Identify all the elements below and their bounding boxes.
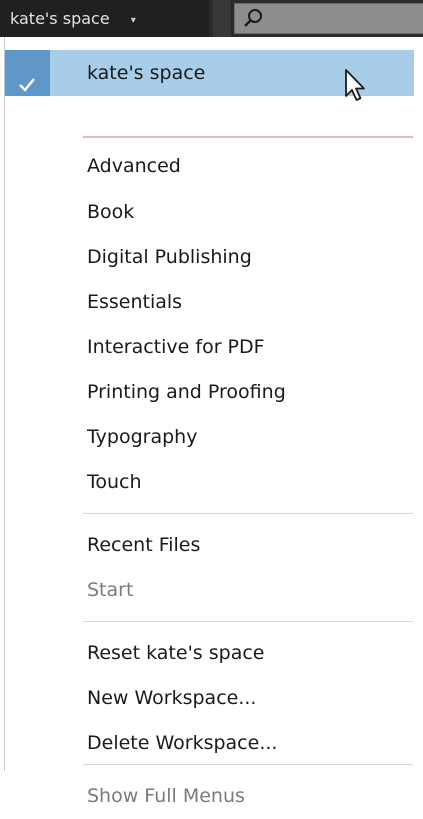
menu-item-label: Interactive for PDF xyxy=(87,336,265,358)
menu-item-label: Recent Files xyxy=(87,534,201,556)
toolbar-divider xyxy=(213,0,231,37)
menu-item-essentials[interactable]: Essentials xyxy=(5,279,414,325)
menu-item-printing-and-proofing[interactable]: Printing and Proofing xyxy=(5,369,414,415)
menu-item-show-full-menus[interactable]: Show Full Menus xyxy=(5,773,414,819)
menu-item-label: Digital Publishing xyxy=(87,246,252,268)
menu-item-label: Touch xyxy=(87,471,142,493)
menu-item-label: Typography xyxy=(87,426,198,448)
selection-underline xyxy=(83,136,413,138)
menu-separator xyxy=(83,513,413,514)
menu-item-label: Start xyxy=(87,579,134,601)
menu-item-label: Delete Workspace... xyxy=(87,732,278,754)
workspace-switcher-label: kate's space xyxy=(10,9,110,28)
menu-item-new-workspace[interactable]: New Workspace... xyxy=(5,675,414,721)
menu-separator xyxy=(83,621,413,622)
menu-item-label: Book xyxy=(87,201,135,223)
menu-item-digital-publishing[interactable]: Digital Publishing xyxy=(5,234,414,280)
menu-item-label: New Workspace... xyxy=(87,687,257,709)
menu-item-touch[interactable]: Touch xyxy=(5,459,414,505)
menu-item-label: kate's space xyxy=(87,62,206,84)
menu-item-advanced[interactable]: Advanced xyxy=(5,143,414,189)
menu-item-typography[interactable]: Typography xyxy=(5,414,414,460)
menu-item-reset-workspace[interactable]: Reset kate's space xyxy=(5,630,414,676)
menu-item-delete-workspace[interactable]: Delete Workspace... xyxy=(5,720,414,766)
menu-item-label: Advanced xyxy=(87,155,181,177)
application-bar: kate's space ▾ xyxy=(0,0,423,37)
workspace-switcher[interactable]: kate's space ▾ xyxy=(0,0,209,37)
search-input[interactable] xyxy=(234,3,423,34)
check-icon xyxy=(18,64,36,110)
search-icon xyxy=(242,8,264,34)
check-column xyxy=(5,50,50,96)
workspace-menu: kate's space Advanced Book Digital Publi… xyxy=(4,37,423,807)
menu-item-interactive-for-pdf[interactable]: Interactive for PDF xyxy=(5,324,414,370)
menu-item-label: Reset kate's space xyxy=(87,642,265,664)
menu-item-current-workspace[interactable]: kate's space xyxy=(5,50,414,96)
menu-item-label: Show Full Menus xyxy=(87,785,245,807)
menu-item-label: Essentials xyxy=(87,291,183,313)
menu-item-label: Printing and Proofing xyxy=(87,381,286,403)
menu-separator xyxy=(83,764,413,765)
chevron-down-icon: ▾ xyxy=(130,15,136,26)
menu-item-book[interactable]: Book xyxy=(5,189,414,235)
menu-item-start: Start xyxy=(5,567,414,613)
menu-item-recent-files[interactable]: Recent Files xyxy=(5,522,414,568)
